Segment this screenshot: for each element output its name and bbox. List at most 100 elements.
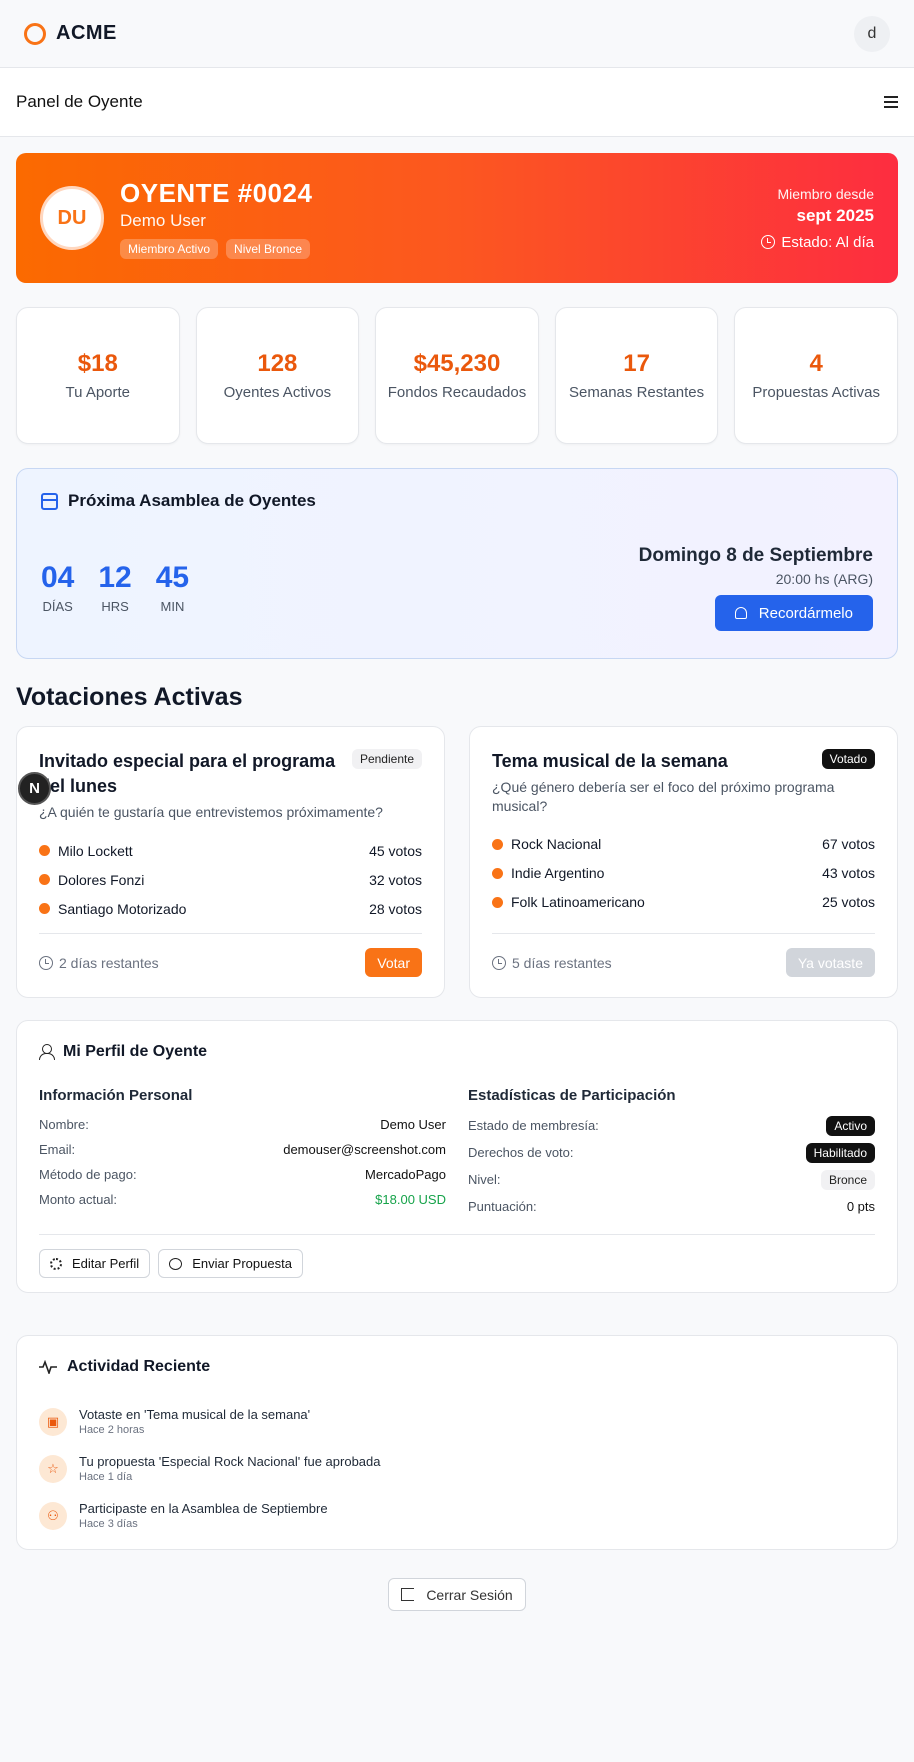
assembly-date: Domingo 8 de Septiembre (638, 545, 873, 566)
activity-item: ☆ Tu propuesta 'Especial Rock Nacional' … (39, 1445, 875, 1492)
option-label: Santiago Motorizado (58, 900, 187, 917)
option-votes: 25 votos (822, 894, 875, 911)
vote-option: Indie Argentino 43 votos (492, 859, 875, 888)
hamburger-menu-icon[interactable] (884, 96, 898, 108)
stat-label: Fondos Recaudados (387, 384, 527, 401)
option-dot-icon (492, 896, 503, 908)
stat-card-weeks-left: 17 Semanas Restantes (554, 307, 719, 444)
activity-time: Hace 3 días (79, 1518, 138, 1530)
listener-id: OYENTE #0024 (120, 177, 313, 208)
stat-card-funds: $45,230 Fondos Recaudados (375, 307, 539, 444)
activity-time: Hace 2 horas (79, 1424, 145, 1436)
gear-icon (50, 1257, 62, 1270)
option-label: Indie Argentino (511, 865, 605, 882)
stat-label: Semanas Restantes (569, 384, 705, 401)
personal-info-title: Información Personal (39, 1087, 193, 1104)
field-value: Demo User (380, 1117, 446, 1132)
field-value: demouser@screenshot.com (283, 1142, 446, 1157)
option-dot-icon (39, 903, 50, 915)
stat-value: $18 (77, 350, 118, 377)
member-since-label: Miembro desde (777, 185, 875, 202)
member-since-date: sept 2025 (796, 205, 875, 225)
send-proposal-button[interactable]: Enviar Propuesta (158, 1249, 303, 1278)
field-label: Método de pago: (39, 1167, 137, 1182)
countdown-value: 04 (41, 561, 75, 594)
activity-text: Participaste en la Asamblea de Septiembr… (79, 1501, 328, 1516)
vote-icon: ▣ (39, 1407, 67, 1436)
stat-label: Tu Aporte (65, 384, 131, 401)
field-label: Nivel: (468, 1172, 501, 1187)
vote-option[interactable]: Milo Lockett 45 votos (39, 836, 422, 865)
stat-card-proposals: 4 Propuestas Activas (734, 307, 898, 444)
field-label: Monto actual: (39, 1192, 118, 1207)
field-label: Derechos de voto: (468, 1145, 574, 1160)
activity-time: Hace 1 día (79, 1471, 133, 1483)
listener-user-name: Demo User (120, 210, 206, 230)
vote-description: ¿Qué género debería ser el foco del próx… (492, 779, 835, 815)
top-bar: ACME d (0, 0, 914, 68)
listener-hero-card: DU OYENTE #0024 Demo User Miembro Activo… (16, 153, 898, 283)
vote-card-guest: Invitado especial para el programa del l… (16, 726, 445, 998)
stat-value: 4 (809, 350, 823, 377)
option-votes: 32 votos (369, 871, 422, 888)
option-dot-icon (39, 874, 50, 886)
vote-title: Invitado especial para el programa del l… (39, 751, 336, 797)
status-badge: Votado (821, 749, 875, 769)
field-value: $18.00 USD (375, 1192, 446, 1207)
page-title: Panel de Oyente (16, 92, 143, 111)
badge-active-member: Miembro Activo (120, 238, 219, 259)
countdown-unit: HRS (101, 599, 129, 614)
vote-title: Tema musical de la semana (492, 751, 728, 771)
edit-profile-button[interactable]: Editar Perfil (39, 1249, 151, 1278)
sub-header: Panel de Oyente (0, 68, 914, 137)
voting-rights-badge: Habilitado (805, 1142, 875, 1163)
field-label: Nombre: (39, 1117, 89, 1132)
option-votes: 28 votos (369, 900, 422, 917)
activity-title: Actividad Reciente (67, 1358, 211, 1375)
option-label: Folk Latinoamericano (511, 894, 645, 911)
vote-option[interactable]: Santiago Motorizado 28 votos (39, 894, 422, 923)
participation-stats: Estadísticas de Participación Estado de … (468, 1087, 875, 1220)
option-label: Rock Nacional (511, 836, 602, 853)
bell-icon (734, 607, 747, 619)
vote-option: Rock Nacional 67 votos (492, 830, 875, 859)
badge-bronze-level: Nivel Bronce (226, 238, 311, 259)
logout-button[interactable]: Cerrar Sesión (388, 1578, 526, 1611)
vote-option[interactable]: Dolores Fonzi 32 votos (39, 865, 422, 894)
participation-title: Estadísticas de Participación (468, 1087, 676, 1104)
profile-card: Mi Perfil de Oyente Información Personal… (16, 1020, 898, 1293)
votes-section-title: Votaciones Activas (16, 683, 243, 711)
remind-me-button[interactable]: Recordármelo (714, 595, 873, 631)
countdown: 04 DÍAS 12 HRS 45 MIN (41, 561, 189, 614)
score-value: 0 pts (846, 1199, 875, 1214)
remaining-time: 2 días restantes (59, 954, 159, 971)
vote-button[interactable]: Votar (365, 948, 422, 977)
stat-card-contribution: $18 Tu Aporte (16, 307, 180, 444)
dev-overlay-badge[interactable]: N (18, 772, 51, 805)
stat-label: Propuestas Activas (752, 384, 880, 401)
already-voted-button[interactable]: Ya votaste (785, 948, 875, 977)
stats-row: $18 Tu Aporte 128 Oyentes Activos $45,23… (16, 307, 898, 444)
countdown-unit: DÍAS (42, 599, 73, 614)
remind-me-label: Recordármelo (758, 604, 853, 622)
assembly-card: Próxima Asamblea de Oyentes 04 DÍAS 12 H… (16, 468, 898, 659)
option-dot-icon (492, 838, 503, 850)
countdown-hours: 12 HRS (98, 561, 131, 614)
countdown-unit: MIN (160, 599, 185, 614)
status-row: Estado: Al día (761, 234, 874, 251)
stat-value: 17 (623, 350, 650, 377)
stat-card-active-listeners: 128 Oyentes Activos (195, 307, 360, 444)
field-label: Email: (39, 1142, 76, 1157)
option-label: Dolores Fonzi (58, 871, 145, 888)
user-avatar-button[interactable]: d (854, 15, 890, 52)
brand-name: ACME (56, 22, 117, 44)
logout-icon (401, 1588, 415, 1601)
brand-logo[interactable]: ACME (24, 22, 117, 45)
clock-icon (761, 235, 776, 249)
assembly-title: Próxima Asamblea de Oyentes (68, 491, 316, 510)
vote-card-music: Tema musical de la semana Votado ¿Qué gé… (469, 726, 898, 998)
clock-icon (492, 955, 506, 970)
option-dot-icon (39, 845, 50, 857)
status-text: Estado: Al día (781, 233, 874, 251)
countdown-minutes: 45 MIN (156, 561, 189, 614)
